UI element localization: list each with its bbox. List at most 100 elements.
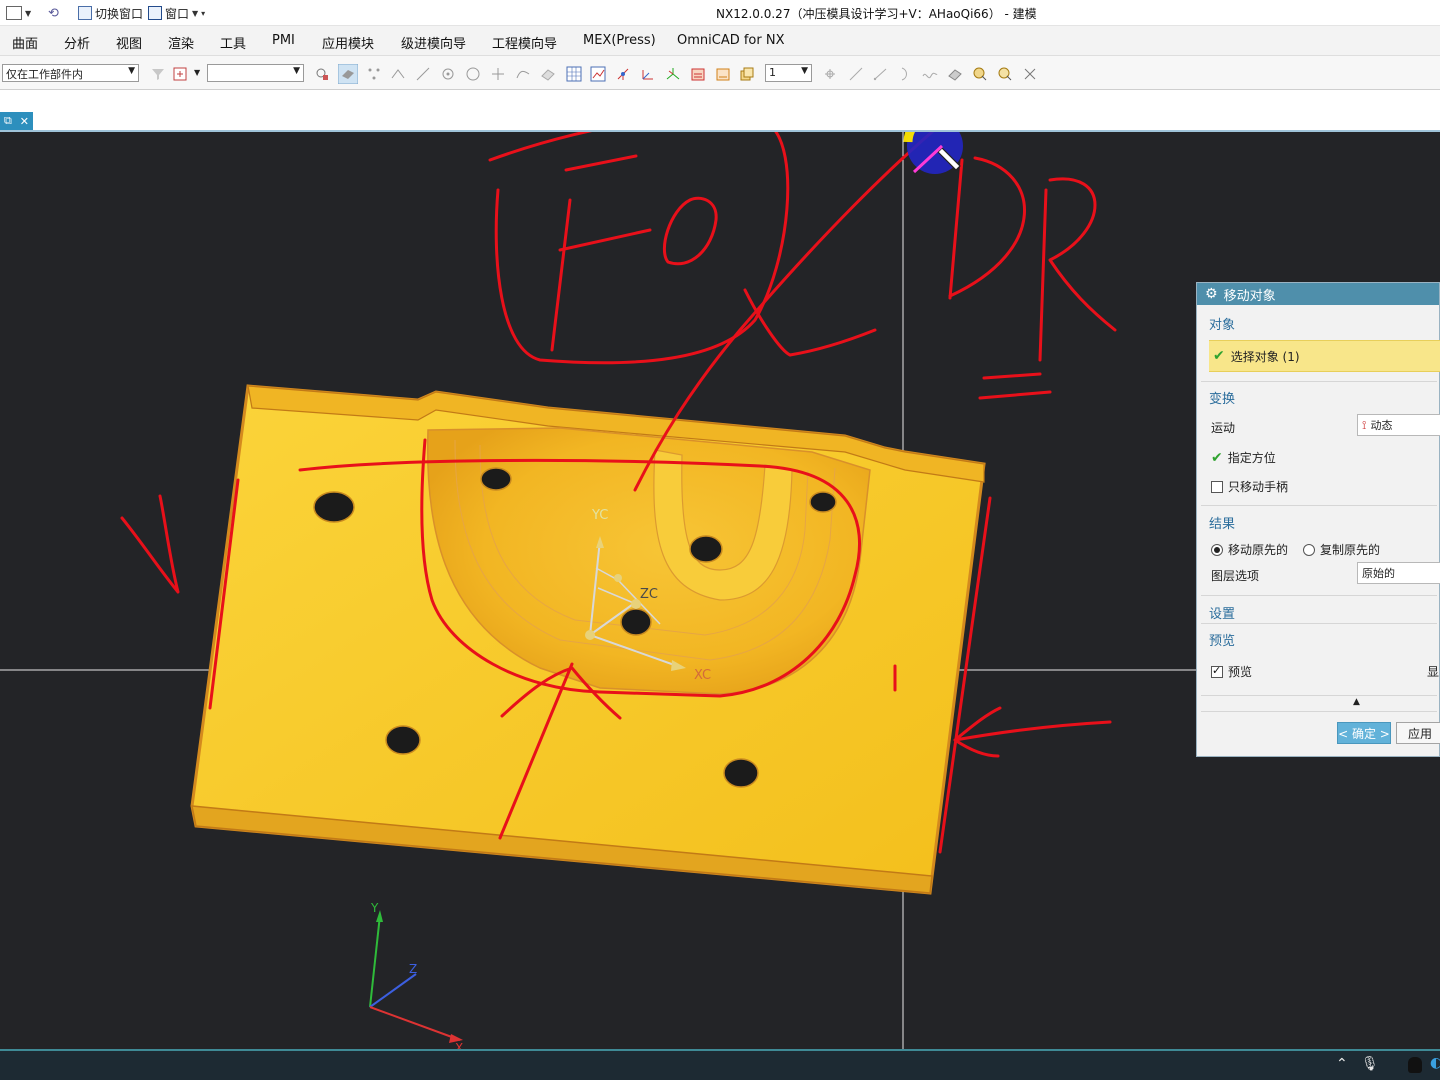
specify-orientation-row[interactable]: ✔ 指定方位 bbox=[1211, 449, 1276, 466]
selection-scope-value: 仅在工作部件内 bbox=[6, 68, 83, 81]
preview-label: 预览 bbox=[1228, 665, 1253, 679]
intersection-point-icon[interactable] bbox=[490, 66, 506, 82]
menu-engineering-die-wizard[interactable]: 工程模向导 bbox=[492, 33, 557, 52]
ok-button[interactable]: < 确定 > bbox=[1337, 722, 1391, 744]
move-original-row[interactable]: 移动原先的 bbox=[1211, 541, 1288, 558]
type-filter-dropdown[interactable]: ▼ bbox=[207, 64, 304, 82]
new-file-icon[interactable] bbox=[6, 6, 22, 20]
menu-mex-press[interactable]: MEX(Press) bbox=[583, 33, 656, 48]
window-menu-button[interactable]: 窗口 ▼ ▾ bbox=[148, 4, 205, 22]
wcs-origin-icon[interactable] bbox=[640, 66, 656, 82]
snap-grid-icon[interactable] bbox=[566, 66, 582, 82]
layer-settings-icon[interactable] bbox=[739, 66, 755, 82]
select-body-icon[interactable] bbox=[338, 64, 358, 84]
copy-original-radio[interactable] bbox=[1303, 543, 1315, 556]
motion-dropdown[interactable]: ⟟ 动态 bbox=[1357, 414, 1440, 436]
dialog-header[interactable]: ⚙ 移动对象 bbox=[1197, 283, 1439, 305]
menu-analysis[interactable]: 分析 bbox=[64, 33, 90, 52]
select-object-row[interactable]: ✔ 选择对象 (1) bbox=[1209, 340, 1440, 372]
undo-icon[interactable]: ⟲ bbox=[48, 6, 59, 21]
divider bbox=[1201, 623, 1437, 624]
section-preview[interactable]: 预览 bbox=[1209, 630, 1235, 649]
move-original-label: 移动原先的 bbox=[1228, 543, 1289, 557]
arc-center-icon[interactable] bbox=[465, 66, 481, 82]
spline-icon[interactable] bbox=[922, 66, 938, 82]
preview-row[interactable]: 预览 bbox=[1211, 663, 1252, 680]
microphone-icon[interactable]: 🎙 bbox=[1361, 1056, 1379, 1072]
line-icon[interactable] bbox=[848, 66, 864, 82]
chevron-down-icon[interactable]: ▼ bbox=[25, 9, 31, 18]
ink-letter-f bbox=[550, 154, 652, 352]
section-object[interactable]: 对象 bbox=[1209, 314, 1235, 333]
wcs-orient-icon[interactable] bbox=[665, 66, 681, 82]
selection-toolbar: 仅在工作部件内 ▼ ▼ ▼ 1 ▼ bbox=[0, 56, 1440, 90]
wcs-origin-handle[interactable] bbox=[585, 630, 595, 640]
divider bbox=[1201, 711, 1437, 712]
selection-scope-dropdown[interactable]: 仅在工作部件内 ▼ bbox=[2, 64, 139, 82]
analysis-icon[interactable] bbox=[972, 66, 988, 82]
menu-progressive-die-wizard[interactable]: 级进模向导 bbox=[401, 33, 466, 52]
chevron-down-icon: ▼ bbox=[293, 66, 300, 76]
show-result-button[interactable]: 显 bbox=[1427, 663, 1439, 680]
line-between-icon[interactable] bbox=[873, 66, 889, 82]
divider bbox=[1201, 595, 1437, 596]
move-handle-only-row[interactable]: 只移动手柄 bbox=[1211, 478, 1288, 495]
apply-button[interactable]: 应用 bbox=[1396, 722, 1440, 744]
tray-icon[interactable]: ◐ bbox=[1430, 1055, 1440, 1071]
menu-pmi[interactable]: PMI bbox=[272, 33, 295, 48]
qq-icon[interactable] bbox=[1408, 1057, 1422, 1073]
wcs-set-icon[interactable] bbox=[690, 66, 706, 82]
abs-z-label: Z bbox=[409, 962, 417, 976]
menu-surface[interactable]: 曲面 bbox=[12, 33, 38, 52]
close-icon[interactable]: ✕ bbox=[20, 115, 29, 128]
surface-icon[interactable] bbox=[947, 66, 963, 82]
menu-application[interactable]: 应用模块 bbox=[322, 33, 374, 52]
section-settings[interactable]: 设置 bbox=[1209, 603, 1235, 622]
divider bbox=[1201, 381, 1437, 382]
chevron-up-icon[interactable]: ⌃ bbox=[1336, 1056, 1348, 1072]
deselect-all-icon[interactable] bbox=[1022, 66, 1038, 82]
select-all-icon[interactable] bbox=[314, 66, 330, 82]
switch-window-label: 切换窗口 bbox=[95, 6, 144, 21]
section-result[interactable]: 结果 bbox=[1209, 513, 1235, 532]
mid-point-icon[interactable] bbox=[415, 66, 431, 82]
ink-check-mark bbox=[120, 494, 180, 594]
move-layer-icon[interactable] bbox=[822, 66, 838, 82]
layer-option-label: 图层选项 bbox=[1211, 569, 1260, 583]
chevron-down-icon[interactable]: ▼ bbox=[194, 68, 200, 77]
chart-icon[interactable] bbox=[590, 66, 606, 82]
restore-window-icon[interactable]: ⧉ bbox=[4, 114, 12, 128]
arc-icon[interactable] bbox=[898, 66, 914, 82]
part-hole bbox=[620, 608, 652, 636]
move-original-radio[interactable] bbox=[1211, 543, 1223, 556]
section-transform[interactable]: 变换 bbox=[1209, 388, 1235, 407]
menu-omnicad[interactable]: OmniCAD for NX bbox=[677, 33, 785, 48]
gear-icon[interactable]: ⚙ bbox=[1205, 286, 1218, 302]
document-tab[interactable]: ⧉ ✕ bbox=[0, 112, 33, 130]
move-handle-only-checkbox[interactable] bbox=[1211, 480, 1223, 493]
control-point-icon[interactable] bbox=[440, 66, 456, 82]
switch-window-button[interactable]: 切换窗口 bbox=[78, 4, 143, 22]
part-hole bbox=[480, 467, 512, 491]
preview-checkbox[interactable] bbox=[1211, 664, 1223, 678]
filter-icon[interactable] bbox=[150, 66, 166, 82]
wcs-display-icon[interactable] bbox=[715, 66, 731, 82]
work-layer-dropdown[interactable]: 1 ▼ bbox=[765, 64, 812, 82]
snap-point-icon[interactable] bbox=[366, 66, 382, 82]
ink-letter-o bbox=[662, 196, 718, 266]
end-point-icon[interactable] bbox=[390, 66, 406, 82]
point-on-face-icon[interactable] bbox=[540, 66, 556, 82]
type-filter-icon[interactable] bbox=[172, 66, 188, 82]
layer-option-dropdown[interactable]: 原始的 bbox=[1357, 562, 1440, 584]
magnify-icon[interactable] bbox=[997, 66, 1013, 82]
menu-render[interactable]: 渲染 bbox=[168, 33, 194, 52]
status-bar: ⌃ 🎙 ◐ bbox=[0, 1049, 1440, 1080]
layer-option-value: 原始的 bbox=[1362, 567, 1395, 580]
menu-tools[interactable]: 工具 bbox=[220, 33, 246, 52]
wcs-dynamic-icon[interactable] bbox=[615, 66, 631, 82]
point-on-curve-icon[interactable] bbox=[515, 66, 531, 82]
collapse-up-icon[interactable]: ▲ bbox=[1353, 697, 1360, 707]
copy-original-row[interactable]: 复制原先的 bbox=[1303, 541, 1380, 558]
overflow-icon[interactable]: ▾ bbox=[201, 9, 205, 18]
menu-view[interactable]: 视图 bbox=[116, 33, 142, 52]
